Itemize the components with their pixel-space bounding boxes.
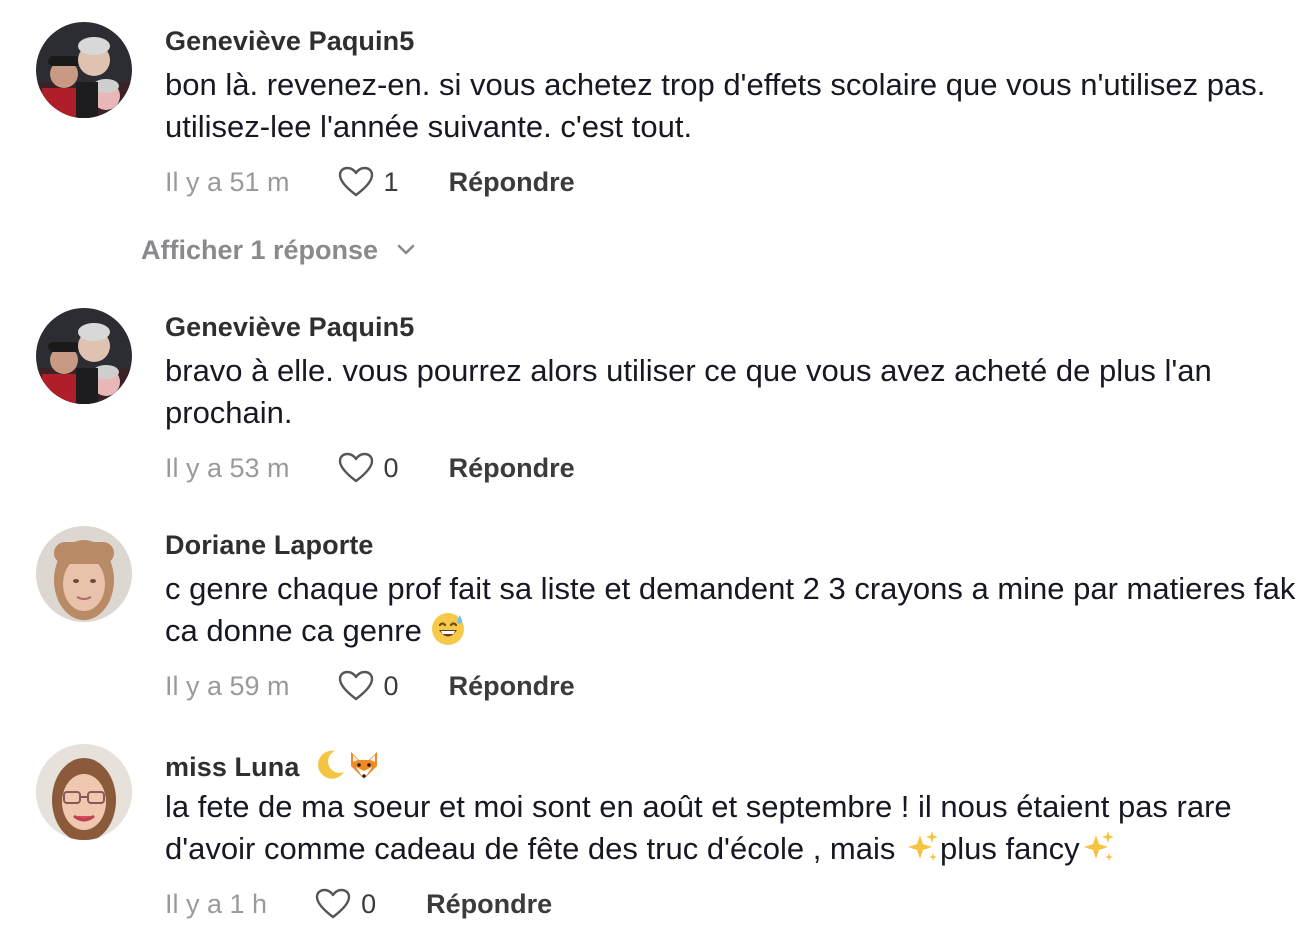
comment-text: c genre chaque prof fait sa liste et dem…	[165, 568, 1305, 652]
chevron-down-icon	[397, 244, 415, 255]
comment-username-text: miss Luna	[165, 752, 300, 782]
sparkles-emoji	[908, 831, 938, 861]
crescent-moon-emoji	[318, 750, 345, 779]
comment-timestamp: Il y a 59 m	[165, 670, 290, 701]
comment-text-body: c genre chaque prof fait sa liste et dem…	[165, 571, 1296, 648]
like-button[interactable]: 0	[315, 888, 376, 920]
heart-icon	[338, 670, 373, 701]
comment-text-body-end: plus fancy	[940, 831, 1080, 866]
heart-icon	[338, 166, 373, 197]
avatar[interactable]	[36, 526, 132, 622]
reply-button[interactable]: Répondre	[449, 453, 575, 484]
comment-meta: Il y a 51 m 1 Répondre	[165, 164, 575, 200]
comment-meta: Il y a 53 m 0 Répondre	[165, 450, 575, 486]
comment-username[interactable]: Doriane Laporte	[165, 530, 374, 561]
comment-timestamp: Il y a 1 h	[165, 888, 268, 919]
like-button[interactable]: 0	[338, 452, 399, 484]
like-count: 0	[383, 452, 399, 483]
avatar[interactable]	[36, 308, 132, 404]
fox-emoji	[351, 752, 378, 779]
comment-timestamp: Il y a 51 m	[165, 166, 290, 197]
like-count: 1	[383, 166, 399, 197]
comment-text: la fete de ma soeur et moi sont en août …	[165, 786, 1305, 870]
heart-icon	[338, 452, 373, 483]
grinning-sweat-emoji	[432, 613, 465, 645]
like-count: 0	[361, 888, 377, 919]
comment-text: bravo à elle. vous pourrez alors utilise…	[165, 353, 1212, 430]
heart-icon	[315, 888, 351, 919]
comment-username[interactable]: Geneviève Paquin5	[165, 26, 414, 57]
comment-timestamp: Il y a 53 m	[165, 452, 290, 483]
reply-button[interactable]: Répondre	[449, 167, 575, 198]
comment-text: bon là. revenez-en. si vous achetez trop…	[165, 67, 1266, 144]
avatar[interactable]	[36, 22, 132, 118]
comment-meta: Il y a 1 h 0 Répondre	[165, 886, 552, 922]
reply-button[interactable]: Répondre	[449, 671, 575, 702]
comment-meta: Il y a 59 m 0 Répondre	[165, 668, 575, 704]
show-replies-button[interactable]: Afficher 1 réponse	[141, 232, 416, 268]
like-count: 0	[383, 670, 399, 701]
like-button[interactable]: 0	[338, 670, 399, 702]
comment-username[interactable]: miss Luna	[165, 748, 381, 783]
sparkles-emoji	[1083, 831, 1114, 861]
comment-username[interactable]: Geneviève Paquin5	[165, 312, 414, 343]
avatar[interactable]	[36, 744, 132, 840]
reply-button[interactable]: Répondre	[426, 889, 552, 920]
like-button[interactable]: 1	[338, 166, 399, 198]
show-replies-label: Afficher 1 réponse	[141, 234, 379, 265]
